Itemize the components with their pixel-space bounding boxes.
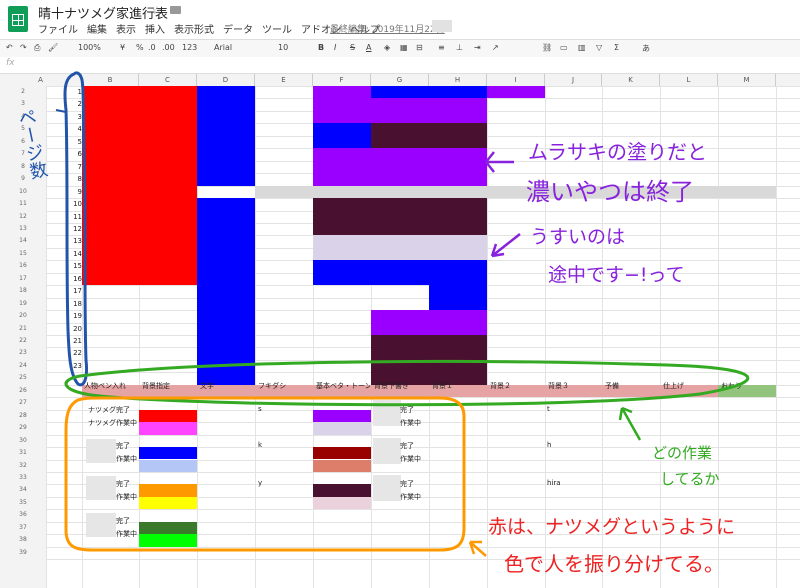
light-note-line2: 途中です−!って [548, 264, 685, 286]
task-arrow [618, 406, 642, 441]
person-note-line1: 赤は、ナツメグというように [488, 516, 736, 538]
purple-note-line1: ムラサキの塗りだと [528, 140, 707, 164]
legend-arrow [468, 540, 487, 557]
annotation-overlay [55, 71, 750, 557]
legend-box [64, 396, 466, 552]
page-number-loop [63, 71, 88, 387]
purple-note-line2: 濃いやつは終了 [526, 178, 694, 206]
task-note-line2: してるか [660, 470, 720, 488]
person-note-line2: 色で人を振り分けてる。 [504, 552, 724, 576]
task-note-line1: どの作業 [652, 444, 713, 462]
light-note-line1: うすいのは [530, 226, 626, 248]
page-number-arrow [55, 109, 67, 113]
dark-purple-arrow [485, 151, 514, 173]
light-purple-arrow [490, 233, 521, 258]
